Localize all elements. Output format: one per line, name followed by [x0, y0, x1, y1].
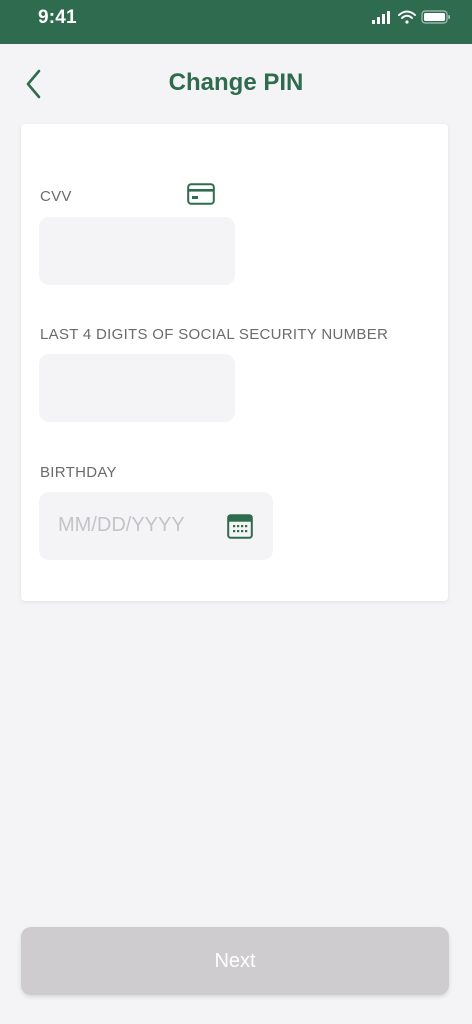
birthday-label: BIRTHDAY	[40, 464, 117, 481]
cellular-signal-icon	[372, 11, 390, 24]
battery-icon	[421, 10, 450, 24]
nav-header: Change PIN	[0, 44, 472, 124]
cvv-label: CVV	[40, 188, 72, 205]
ssn-label: LAST 4 DIGITS OF SOCIAL SECURITY NUMBER	[40, 326, 389, 343]
birthday-field[interactable]: MM/DD/YYYY	[39, 492, 273, 560]
form-card: CVV LAST 4 DIGITS OF SOCIAL SECURITY NUM…	[21, 124, 448, 601]
wifi-icon	[398, 10, 416, 24]
next-button[interactable]: Next	[21, 927, 449, 995]
calendar-icon[interactable]	[227, 513, 253, 544]
birthday-placeholder: MM/DD/YYYY	[58, 514, 185, 536]
page-title: Change PIN	[168, 69, 304, 96]
cvv-field[interactable]	[39, 217, 235, 285]
ssn-field[interactable]	[39, 354, 235, 422]
status-time: 9:41	[38, 7, 77, 28]
status-icons	[372, 9, 452, 25]
credit-card-icon	[187, 183, 215, 210]
status-bar: 9:41	[0, 0, 472, 44]
